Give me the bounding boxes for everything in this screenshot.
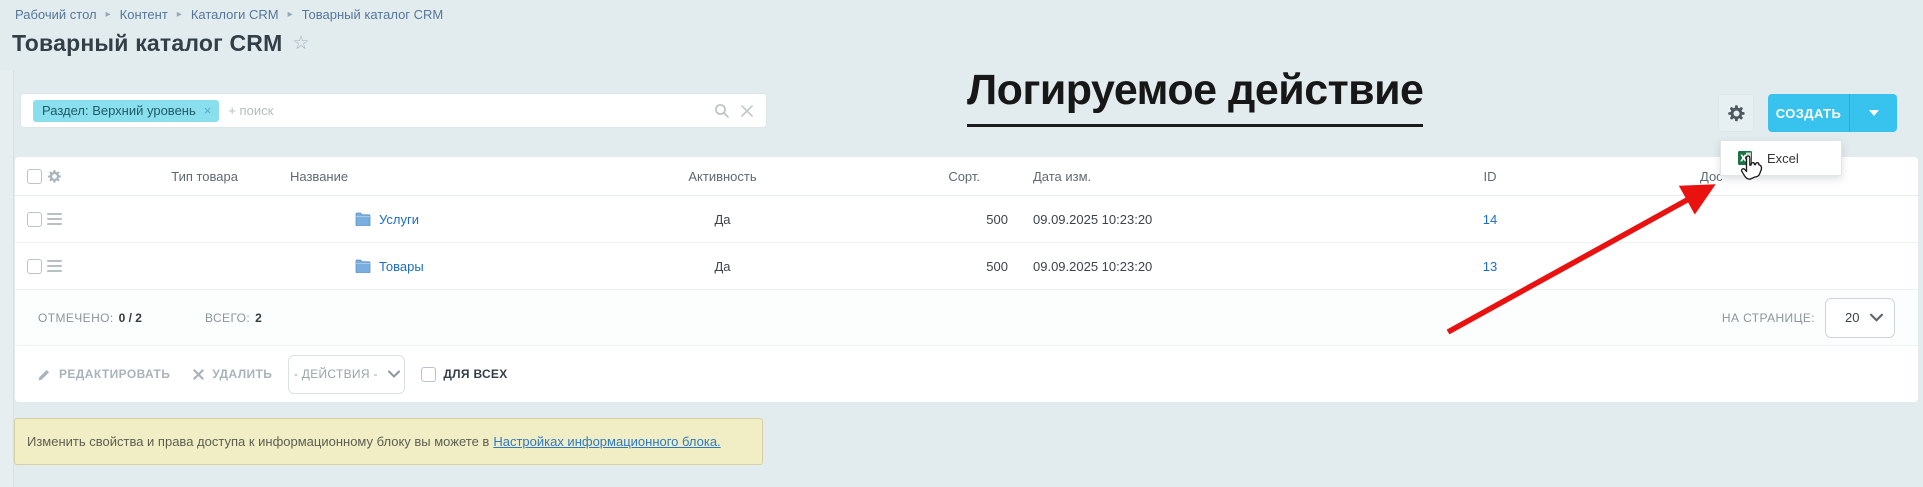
- create-dropdown-toggle[interactable]: [1849, 94, 1897, 132]
- breadcrumb-separator-icon: ▸: [288, 9, 293, 20]
- cell-active: Да: [640, 259, 805, 274]
- for-all-checkbox[interactable]: [421, 367, 436, 382]
- breadcrumb-item-current[interactable]: Товарный каталог CRM: [302, 7, 444, 22]
- breadcrumb-item-crm-catalogs[interactable]: Каталоги CRM: [191, 7, 279, 22]
- menu-item-excel-label: Excel: [1767, 151, 1799, 166]
- page-title: Товарный каталог CRM: [12, 30, 282, 57]
- select-all-checkbox[interactable]: [27, 169, 42, 184]
- total-counter: ВСЕГО:2: [205, 311, 262, 325]
- breadcrumb-separator-icon: ▸: [177, 9, 182, 20]
- chevron-down-icon: [1869, 110, 1879, 116]
- group-actions-panel: РЕДАКТИРОВАТЬ УДАЛИТЬ - ДЕЙСТВИЯ - ДЛЯ В…: [15, 346, 1918, 402]
- create-button-group[interactable]: СОЗДАТЬ: [1768, 94, 1897, 132]
- section-link[interactable]: Услуги: [379, 212, 419, 227]
- table-row: Услуги Да 500 09.09.2025 10:23:20 14: [15, 196, 1918, 243]
- column-header-type[interactable]: Тип товара: [85, 169, 238, 184]
- breadcrumb-item-desktop[interactable]: Рабочий стол: [15, 7, 97, 22]
- breadcrumb: Рабочий стол ▸ Контент ▸ Каталоги CRM ▸ …: [15, 7, 443, 22]
- row-checkbox[interactable]: [27, 259, 42, 274]
- column-header-active[interactable]: Активность: [640, 169, 805, 184]
- section-link[interactable]: Товары: [379, 259, 424, 274]
- column-header-name[interactable]: Название: [238, 169, 640, 184]
- delete-button[interactable]: УДАЛИТЬ: [193, 367, 272, 381]
- gear-icon: [1727, 104, 1746, 123]
- chevron-down-icon: [388, 370, 400, 378]
- pencil-icon: [38, 368, 51, 381]
- cell-modified: 09.09.2025 10:23:20: [1008, 259, 1408, 274]
- create-button[interactable]: СОЗДАТЬ: [1768, 94, 1849, 132]
- edit-button[interactable]: РЕДАКТИРОВАТЬ: [38, 367, 170, 381]
- cell-sort: 500: [805, 212, 1008, 227]
- filter-chip-section[interactable]: Раздел: Верхний уровень ×: [33, 100, 219, 122]
- drag-handle-icon[interactable]: [47, 213, 62, 225]
- breadcrumb-separator-icon: ▸: [106, 9, 111, 20]
- notice-text: Изменить свойства и права доступа к инфо…: [27, 434, 489, 449]
- id-link[interactable]: 13: [1483, 259, 1497, 274]
- grid-footer: ОТМЕЧЕНО:0 / 2 ВСЕГО:2 НА СТРАНИЦЕ: 20: [15, 290, 1918, 346]
- catalog-grid: Тип товара Название Активность Сорт. Дат…: [15, 157, 1918, 402]
- info-notice: Изменить свойства и права доступа к инфо…: [14, 418, 763, 465]
- for-all-label: ДЛЯ ВСЕХ: [443, 367, 507, 381]
- column-header-id[interactable]: ID: [1408, 169, 1572, 184]
- row-checkbox[interactable]: [27, 212, 42, 227]
- search-icon[interactable]: [714, 103, 730, 119]
- search-placeholder: + поиск: [228, 103, 273, 118]
- table-row: Товары Да 500 09.09.2025 10:23:20 13: [15, 243, 1918, 290]
- cursor-hand-icon: [1738, 152, 1765, 182]
- chevron-down-icon: [1870, 313, 1883, 322]
- folder-icon: [355, 212, 371, 226]
- grid-settings-gear-icon[interactable]: [47, 169, 62, 184]
- overlay-annotation-text: Логируемое действие: [967, 66, 1423, 127]
- folder-icon: [355, 259, 371, 273]
- per-page-select[interactable]: 20: [1825, 298, 1895, 338]
- collapsed-sidebar-strip: [0, 70, 14, 487]
- close-icon: [193, 369, 204, 380]
- cell-sort: 500: [805, 259, 1008, 274]
- id-link[interactable]: 14: [1483, 212, 1497, 227]
- favorite-star-icon[interactable]: ☆: [292, 34, 309, 53]
- cell-active: Да: [640, 212, 805, 227]
- column-header-modified[interactable]: Дата изм.: [1008, 169, 1408, 184]
- breadcrumb-item-content[interactable]: Контент: [120, 7, 168, 22]
- drag-handle-icon[interactable]: [47, 260, 62, 272]
- filter-search-bar[interactable]: Раздел: Верхний уровень × + поиск: [20, 93, 767, 128]
- iblock-settings-link[interactable]: Настройках информационного блока.: [493, 434, 720, 449]
- column-header-sort[interactable]: Сорт.: [805, 169, 1008, 184]
- checked-counter: ОТМЕЧЕНО:0 / 2: [38, 311, 142, 325]
- actions-dropdown[interactable]: - ДЕЙСТВИЯ -: [288, 355, 405, 394]
- filter-chip-label: Раздел: Верхний уровень: [42, 103, 196, 118]
- per-page-value: 20: [1845, 310, 1859, 325]
- cell-modified: 09.09.2025 10:23:20: [1008, 212, 1408, 227]
- grid-header-row: Тип товара Название Активность Сорт. Дат…: [15, 157, 1918, 196]
- per-page-label: НА СТРАНИЦЕ:: [1722, 311, 1815, 325]
- chip-close-icon[interactable]: ×: [204, 103, 212, 118]
- clear-search-icon[interactable]: [740, 104, 754, 118]
- settings-gear-button[interactable]: [1718, 94, 1754, 132]
